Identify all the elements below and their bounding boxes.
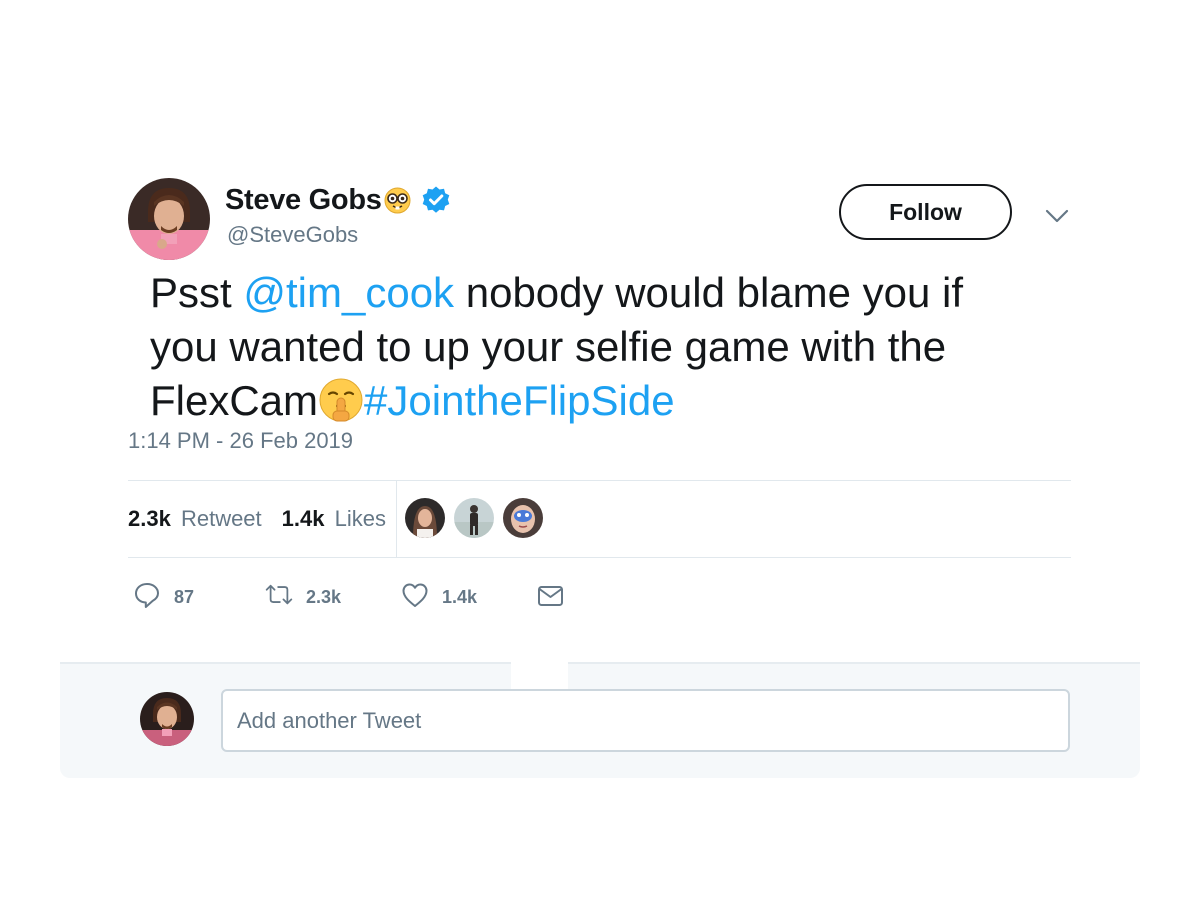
envelope-icon [535,580,577,615]
author-avatar[interactable] [128,178,210,260]
retweet-count: 2.3k [306,587,342,607]
liker-avatar[interactable] [405,498,445,538]
liker-avatar[interactable] [503,498,543,538]
reply-button[interactable]: 87 [132,580,194,615]
mention-link[interactable]: @tim_cook [243,269,454,316]
chevron-down-icon[interactable] [1044,206,1070,226]
reply-count: 87 [174,587,195,607]
like-count: 1.4k [442,587,478,607]
tweet-text-part: Psst [150,269,244,316]
reply-icon [132,580,174,615]
author-display-name[interactable]: Steve Gobs [225,184,382,217]
verified-badge-icon [421,185,451,215]
stats-separator [396,480,397,558]
retweet-button[interactable]: 2.3k [264,580,341,615]
hashtag-link[interactable]: #JointheFlipSide [364,377,675,424]
like-button[interactable]: 1.4k [400,580,477,615]
tweet-page: Steve Gobs @SteveGobs Follow Psst @tim_c… [0,0,1200,900]
nerd-face-emoji-icon [384,187,411,214]
divider [128,557,1071,558]
author-handle[interactable]: @SteveGobs [227,222,358,248]
retweet-icon [264,580,306,615]
retweet-stat[interactable]: 2.3k Retweet [128,506,262,532]
liker-avatar[interactable] [454,498,494,538]
reply-input[interactable] [221,689,1070,752]
user-avatar[interactable] [140,692,194,746]
retweet-stat-label: Retweet [180,506,262,531]
heart-icon [400,580,442,615]
tweet-timestamp[interactable]: 1:14 PM - 26 Feb 2019 [128,428,353,454]
like-stat-label: Likes [334,506,386,531]
author-name-row: Steve Gobs [225,182,451,218]
shushing-face-emoji-icon [318,377,364,423]
reply-composer-notch [511,655,568,690]
tweet-stats: 2.3k Retweet 1.4k Likes [128,480,406,558]
retweet-stat-count: 2.3k [128,506,171,531]
liker-avatars [405,498,552,538]
like-stat[interactable]: 1.4k Likes [282,506,386,532]
like-stat-count: 1.4k [281,506,325,531]
follow-button[interactable]: Follow [839,184,1012,240]
direct-message-button[interactable] [535,580,577,615]
tweet-text: Psst @tim_cook nobody would blame you if… [150,266,1030,428]
